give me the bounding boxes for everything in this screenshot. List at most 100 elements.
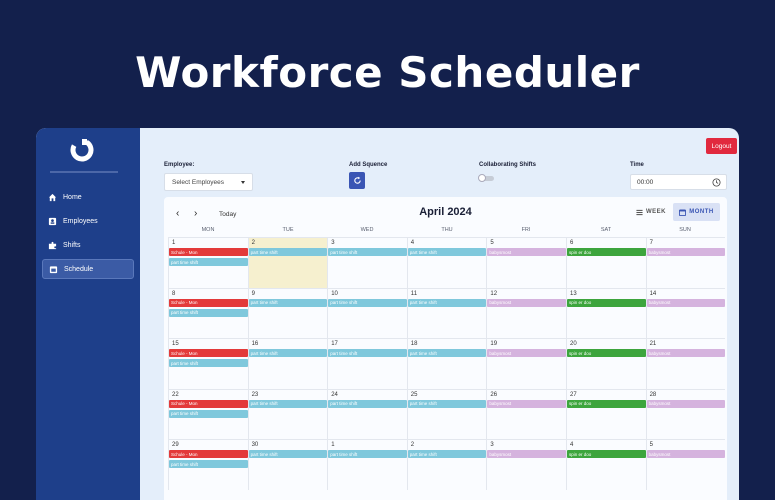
day-number: 28 xyxy=(649,391,657,398)
calendar-day-cell[interactable]: 3 part time shift xyxy=(327,237,407,288)
calendar-day-cell[interactable]: 8 Schule - Mon part time shift xyxy=(168,287,248,339)
calendar-event[interactable]: part time shift xyxy=(248,349,328,358)
calendar-day-cell[interactable]: 10 part time shift xyxy=(327,287,407,339)
employees-icon xyxy=(48,217,57,225)
sidebar-item-shifts[interactable]: Shifts xyxy=(42,235,134,255)
day-number: 12 xyxy=(490,290,498,297)
calendar-event[interactable]: Schule - Mon xyxy=(169,399,248,408)
employee-select[interactable]: Select Employees xyxy=(164,173,253,191)
collab-toggle[interactable] xyxy=(478,174,496,182)
calendar-day-cell[interactable]: 27 spin er doo xyxy=(566,388,646,440)
calendar-day-cell[interactable]: 24 part time shift xyxy=(327,388,407,440)
calendar-day-cell[interactable]: 26 babysmost xyxy=(486,388,566,440)
day-number: 18 xyxy=(410,341,418,348)
calendar-day-cell[interactable]: 6 spin er doo xyxy=(566,237,646,288)
calendar-day-cell[interactable]: 1 part time shift xyxy=(327,439,407,490)
day-number: 2 xyxy=(410,442,415,449)
calendar-event[interactable]: part time shift xyxy=(169,460,248,469)
sidebar-item-label: Home xyxy=(63,193,82,201)
calendar-day-cell[interactable]: 15 Schule - Mon part time shift xyxy=(168,338,248,389)
month-view-button[interactable]: MONTH xyxy=(673,203,720,221)
calendar-event[interactable]: part time shift xyxy=(248,450,328,459)
calendar-event[interactable]: babysmost xyxy=(646,298,726,307)
calendar-event[interactable]: babysmost xyxy=(646,248,726,256)
sidebar: Home Employees Shifts Schedule xyxy=(36,128,140,500)
calendar-day-cell[interactable]: 5 babysmost xyxy=(486,237,566,288)
calendar-event[interactable]: babysmost xyxy=(646,399,726,408)
sidebar-item-home[interactable]: Home xyxy=(42,187,134,207)
calendar-event[interactable]: part time shift xyxy=(407,399,487,408)
calendar-event[interactable]: babysmost xyxy=(487,248,566,256)
day-number: 19 xyxy=(490,341,498,348)
calendar-day-cell[interactable]: 3 babysmost xyxy=(486,439,566,490)
calendar-day-cell[interactable]: 28 babysmost xyxy=(645,388,726,440)
calendar-event[interactable]: spin er doo xyxy=(567,450,646,459)
sidebar-item-schedule[interactable]: Schedule xyxy=(42,259,134,279)
calendar-event[interactable]: part time shift xyxy=(328,399,407,408)
calendar-event[interactable]: Schule - Mon xyxy=(169,349,248,358)
sidebar-item-employees[interactable]: Employees xyxy=(42,211,134,231)
calendar-event[interactable]: Schule - Mon xyxy=(169,248,248,256)
calendar-day-cell[interactable]: 9 part time shift xyxy=(247,287,328,339)
calendar-day-cell[interactable]: 13 spin er doo xyxy=(566,287,646,339)
calendar-day-cell[interactable]: 21 babysmost xyxy=(645,338,726,389)
calendar-event[interactable]: part time shift xyxy=(169,409,248,418)
calendar-event[interactable]: part time shift xyxy=(248,298,328,307)
calendar-day-cell[interactable]: 19 babysmost xyxy=(486,338,566,389)
calendar-day-cell[interactable]: 20 spin er doo xyxy=(566,338,646,389)
day-number: 22 xyxy=(172,391,179,398)
calendar-event[interactable]: spin er doo xyxy=(567,349,646,358)
add-sequence-button[interactable] xyxy=(349,172,365,189)
calendar-event[interactable]: part time shift xyxy=(407,298,487,307)
calendar-day-cell[interactable]: 2 part time shift xyxy=(247,237,328,288)
calendar-event[interactable]: babysmost xyxy=(487,399,566,408)
calendar-event[interactable]: part time shift xyxy=(169,359,248,368)
time-input[interactable]: 00:00 xyxy=(630,174,727,190)
calendar-day-cell[interactable]: 30 part time shift xyxy=(247,439,328,490)
calendar-event[interactable]: babysmost xyxy=(646,349,726,358)
calendar-event[interactable]: Schule - Mon xyxy=(169,450,248,459)
calendar-event[interactable]: part time shift xyxy=(407,349,487,358)
calendar-day-cell[interactable]: 4 spin er doo xyxy=(566,439,646,490)
calendar-event[interactable]: spin er doo xyxy=(567,298,646,307)
week-view-button[interactable]: WEEK xyxy=(633,203,669,221)
calendar-day-cell[interactable]: 23 part time shift xyxy=(247,388,328,440)
calendar-day-cell[interactable]: 1 Schule - Mon part time shift xyxy=(168,237,248,288)
calendar-event[interactable]: part time shift xyxy=(328,450,407,459)
calendar-day-cell[interactable]: 17 part time shift xyxy=(327,338,407,389)
calendar-event[interactable]: babysmost xyxy=(646,450,726,459)
calendar-event[interactable]: Schule - Mon xyxy=(169,298,248,307)
calendar-event[interactable]: part time shift xyxy=(407,248,487,256)
refresh-icon xyxy=(353,176,361,184)
day-number: 21 xyxy=(649,341,657,348)
calendar-day-cell[interactable]: 5 babysmost xyxy=(645,439,726,490)
calendar-event[interactable]: spin er doo xyxy=(567,399,646,408)
calendar-day-cell[interactable]: 16 part time shift xyxy=(247,338,328,389)
month-icon xyxy=(679,208,687,216)
calendar-event[interactable]: part time shift xyxy=(248,399,328,408)
calendar-event[interactable]: part time shift xyxy=(169,258,248,266)
calendar-event[interactable]: part time shift xyxy=(328,298,407,307)
day-number: 7 xyxy=(649,240,653,246)
logout-button[interactable]: Logout xyxy=(706,138,737,154)
calendar-event[interactable]: babysmost xyxy=(487,349,566,358)
calendar-day-cell[interactable]: 12 babysmost xyxy=(486,287,566,339)
calendar-day-cell[interactable]: 18 part time shift xyxy=(406,338,487,389)
calendar-event[interactable]: babysmost xyxy=(487,450,566,459)
calendar-event[interactable]: part time shift xyxy=(328,349,407,358)
day-number: 4 xyxy=(410,240,415,246)
calendar-day-cell[interactable]: 25 part time shift xyxy=(406,388,487,440)
calendar-event[interactable]: part time shift xyxy=(248,248,328,256)
calendar-day-cell[interactable]: 7 babysmost xyxy=(645,237,726,288)
calendar-day-cell[interactable]: 4 part time shift xyxy=(406,237,487,288)
calendar-day-cell[interactable]: 22 Schule - Mon part time shift xyxy=(168,388,248,440)
calendar-day-cell[interactable]: 11 part time shift xyxy=(406,287,487,339)
calendar-day-cell[interactable]: 29 Schule - Mon part time shift xyxy=(168,439,248,490)
calendar-day-cell[interactable]: 2 part time shift xyxy=(406,439,487,490)
calendar-event[interactable]: part time shift xyxy=(169,308,248,317)
calendar-event[interactable]: babysmost xyxy=(487,298,566,307)
calendar-event[interactable]: part time shift xyxy=(328,248,407,256)
calendar-event[interactable]: part time shift xyxy=(407,450,487,459)
calendar-event[interactable]: spin er doo xyxy=(567,248,646,256)
calendar-day-cell[interactable]: 14 babysmost xyxy=(645,287,726,339)
